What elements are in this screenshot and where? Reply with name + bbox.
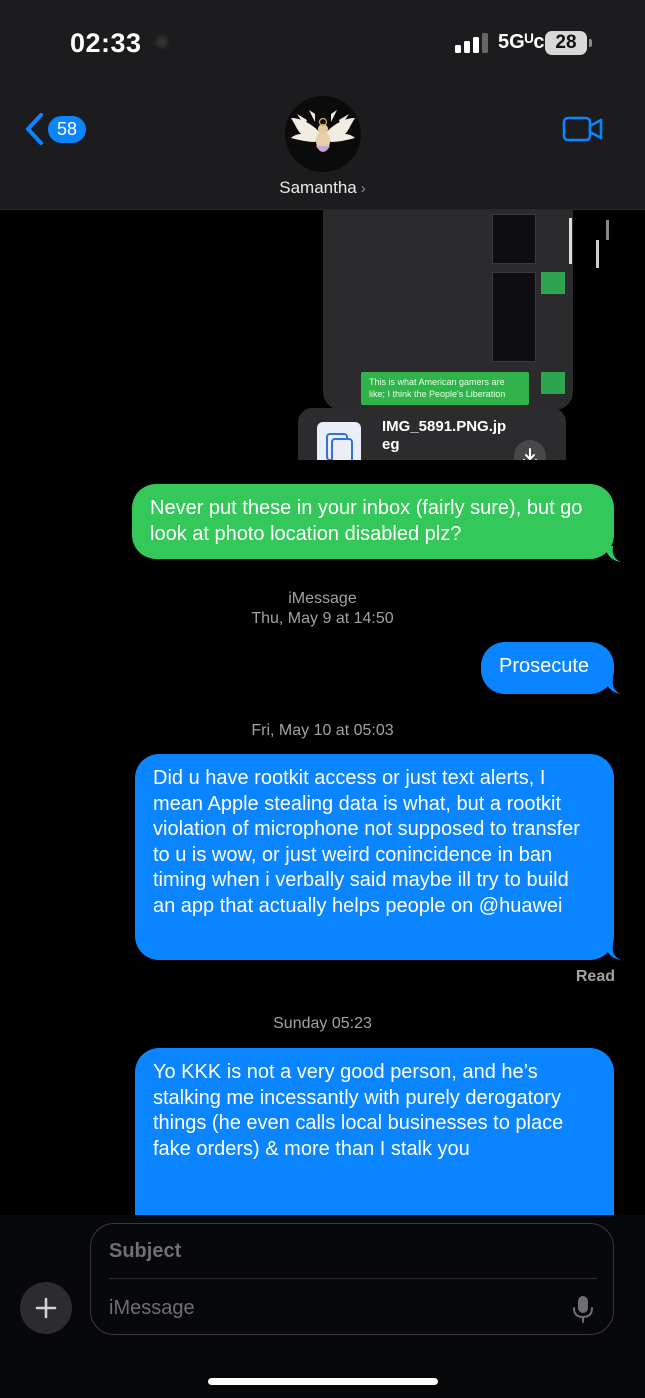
avatar-thumbnail (541, 272, 565, 294)
divider (569, 218, 572, 264)
screenshot-thumbnail (492, 214, 536, 264)
angel-wings-icon (285, 96, 361, 172)
chevron-left-icon (26, 113, 43, 145)
subject-input[interactable] (109, 1234, 579, 1268)
divider (596, 240, 599, 268)
add-attachment-button[interactable] (20, 1282, 72, 1334)
compose-area (0, 1215, 645, 1398)
bubble-tail (605, 944, 621, 960)
microphone-icon[interactable] (571, 1294, 595, 1324)
facetime-video-icon[interactable] (562, 115, 604, 143)
file-name: IMG_5891.PNG.jpeg (382, 418, 507, 453)
network-type: 5Gᵁc (498, 31, 545, 53)
screenshot-thumbnail (492, 272, 536, 362)
message-text: Yo KKK is not a very good person, and he… (153, 1061, 564, 1160)
unread-count-badge: 58 (48, 115, 87, 143)
contact-avatar[interactable] (285, 96, 361, 172)
timestamp: Thu, May 9 at 14:50 (251, 610, 394, 627)
message-list[interactable]: This is what American gamers are like; I… (0, 210, 645, 1220)
focus-indicator-icon (156, 36, 168, 48)
timestamp: Sunday 05:23 (273, 1015, 372, 1032)
message-bubble-sent[interactable]: Yo KKK is not a very good person, and he… (135, 1048, 614, 1220)
message-bubble-sent[interactable]: Prosecute (481, 642, 614, 694)
download-button[interactable] (514, 440, 546, 460)
bubble-tail (605, 546, 621, 562)
battery-icon: 28 (545, 31, 587, 55)
compose-box (90, 1223, 614, 1335)
message-bubble-sent[interactable]: Never put these in your inbox (fairly su… (132, 484, 614, 559)
message-input[interactable] (109, 1291, 549, 1325)
bubble-tail (605, 678, 621, 694)
cellular-signal-icon (455, 33, 488, 53)
document-icon (317, 422, 361, 460)
battery-cap (589, 39, 592, 47)
file-attachment[interactable]: IMG_5891.PNG.jpeg (298, 408, 566, 460)
shared-image-preview[interactable]: This is what American gamers are like; I… (323, 210, 573, 410)
plus-icon (35, 1297, 57, 1319)
battery-level: 28 (555, 32, 577, 53)
back-button[interactable]: 58 (22, 112, 87, 146)
status-time: 02:33 (70, 28, 142, 58)
home-indicator[interactable] (208, 1378, 438, 1385)
chevron-right-icon: › (360, 180, 366, 197)
status-bar: 02:33 5Gᵁc 28 (0, 0, 645, 90)
read-receipt: Read (575, 968, 615, 985)
service-label: iMessage (288, 590, 357, 607)
contact-name: Samantha (279, 178, 357, 197)
conversation-header: 58 Samantha › (0, 90, 645, 210)
contact-name-button[interactable]: Samantha › (0, 178, 645, 198)
message-text: Never put these in your inbox (fairly su… (150, 497, 583, 545)
divider (606, 220, 609, 240)
divider (109, 1278, 597, 1279)
shared-image-caption: This is what American gamers are like; I… (361, 372, 529, 405)
message-text: Did u have rootkit access or just text a… (153, 767, 580, 917)
download-icon (523, 448, 537, 460)
timestamp: Fri, May 10 at 05:03 (251, 722, 394, 739)
message-text: Prosecute (499, 655, 590, 677)
avatar-thumbnail (541, 372, 565, 394)
message-bubble-sent[interactable]: Did u have rootkit access or just text a… (135, 754, 614, 960)
